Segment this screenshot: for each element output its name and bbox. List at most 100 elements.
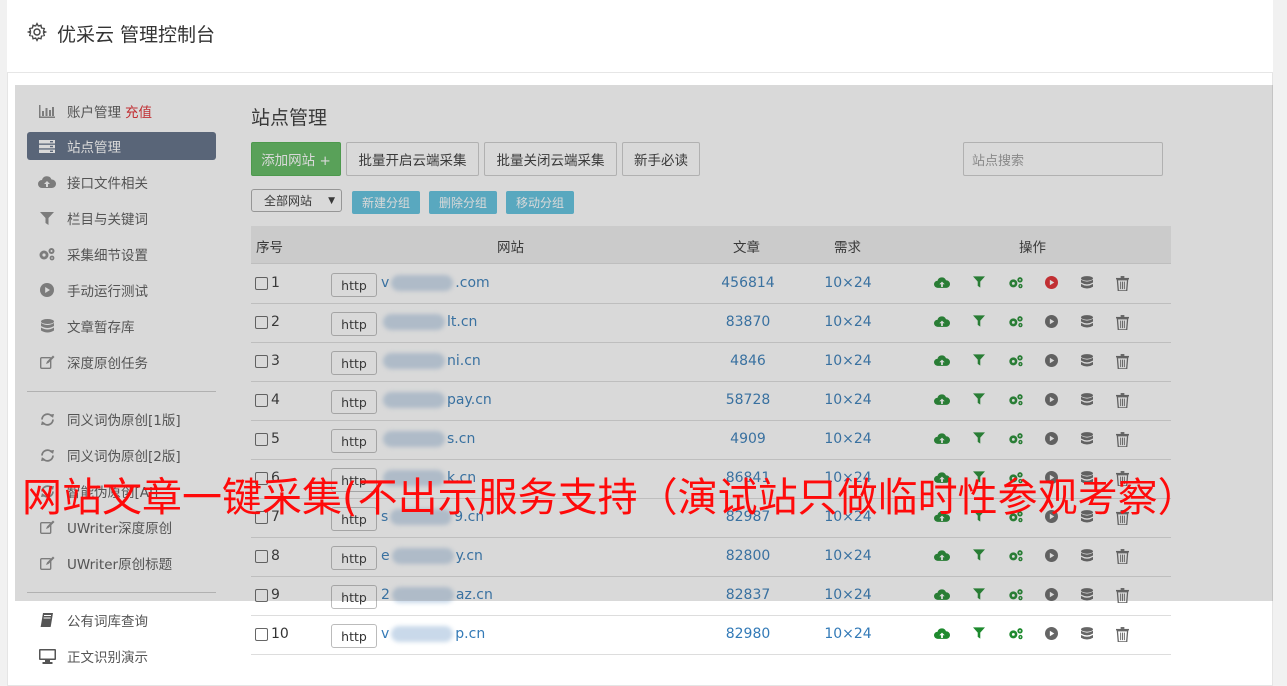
row-checkbox[interactable] <box>255 550 268 563</box>
trash-icon[interactable] <box>1116 627 1132 643</box>
group-select[interactable]: 全部网站 ▼ <box>251 189 342 212</box>
sidebar-item-uwriter-title[interactable]: UWriter原创标题 <box>27 549 216 577</box>
protocol-badge[interactable]: http <box>331 312 377 336</box>
filter-icon[interactable] <box>973 315 989 331</box>
protocol-badge[interactable]: http <box>331 390 377 414</box>
row-checkbox[interactable] <box>255 277 268 290</box>
cloud-upload-icon[interactable] <box>934 393 951 409</box>
article-count[interactable]: 4846 <box>698 353 798 369</box>
cloud-upload-icon[interactable] <box>934 588 951 604</box>
row-checkbox[interactable] <box>255 628 268 641</box>
delete-group-button[interactable]: 删除分组 <box>429 191 497 214</box>
site-url[interactable]: s.cn <box>381 431 475 447</box>
demand-value[interactable]: 10×24 <box>803 626 893 642</box>
recharge-link[interactable]: 充值 <box>125 101 152 121</box>
batch-close-cloud-button[interactable]: 批量关闭云端采集 <box>484 142 617 176</box>
trash-icon[interactable] <box>1116 432 1132 448</box>
demand-value[interactable]: 10×24 <box>803 431 893 447</box>
sidebar-item-collect-settings[interactable]: 采集细节设置 <box>27 240 216 268</box>
play-icon[interactable] <box>1045 588 1061 604</box>
database-icon[interactable] <box>1081 354 1097 370</box>
protocol-badge[interactable]: http <box>331 585 377 609</box>
site-url[interactable]: 2 az.cn <box>381 587 493 603</box>
cloud-upload-icon[interactable] <box>934 315 951 331</box>
demand-value[interactable]: 10×24 <box>803 587 893 603</box>
play-icon[interactable] <box>1045 549 1061 565</box>
sidebar-item-interface-files[interactable]: 接口文件相关 <box>27 168 216 196</box>
database-icon[interactable] <box>1081 627 1097 643</box>
protocol-badge[interactable]: http <box>331 546 377 570</box>
cogs-icon[interactable] <box>1008 588 1024 604</box>
sidebar-item-article-storage[interactable]: 文章暂存库 <box>27 312 216 340</box>
new-group-button[interactable]: 新建分组 <box>352 191 420 214</box>
play-icon[interactable] <box>1045 354 1061 370</box>
trash-icon[interactable] <box>1116 354 1132 370</box>
article-count[interactable]: 82800 <box>698 548 798 564</box>
sidebar-item-account[interactable]: 账户管理 充值 <box>27 97 216 125</box>
database-icon[interactable] <box>1081 588 1097 604</box>
row-checkbox[interactable] <box>255 316 268 329</box>
batch-open-cloud-button[interactable]: 批量开启云端采集 <box>346 142 479 176</box>
add-site-button[interactable]: 添加网站 + <box>251 142 341 176</box>
protocol-badge[interactable]: http <box>331 351 377 375</box>
sidebar-item-deep-original[interactable]: 深度原创任务 <box>27 348 216 376</box>
filter-icon[interactable] <box>973 432 989 448</box>
protocol-badge[interactable]: http <box>331 273 377 297</box>
cogs-icon[interactable] <box>1008 549 1024 565</box>
row-checkbox[interactable] <box>255 394 268 407</box>
play-icon[interactable] <box>1045 276 1061 292</box>
cloud-upload-icon[interactable] <box>934 354 951 370</box>
article-count[interactable]: 82980 <box>698 626 798 642</box>
demand-value[interactable]: 10×24 <box>803 548 893 564</box>
newbie-guide-button[interactable]: 新手必读 <box>622 142 700 176</box>
database-icon[interactable] <box>1081 432 1097 448</box>
article-count[interactable]: 82837 <box>698 587 798 603</box>
cogs-icon[interactable] <box>1008 393 1024 409</box>
trash-icon[interactable] <box>1116 549 1132 565</box>
trash-icon[interactable] <box>1116 276 1132 292</box>
play-icon[interactable] <box>1045 432 1061 448</box>
database-icon[interactable] <box>1081 276 1097 292</box>
cogs-icon[interactable] <box>1008 276 1024 292</box>
trash-icon[interactable] <box>1116 315 1132 331</box>
site-url[interactable]: v p.cn <box>381 626 485 642</box>
demand-value[interactable]: 10×24 <box>803 392 893 408</box>
cloud-upload-icon[interactable] <box>934 432 951 448</box>
cloud-upload-icon[interactable] <box>934 627 951 643</box>
site-url[interactable]: e y.cn <box>381 548 483 564</box>
sidebar-item-synonym-v1[interactable]: 同义词伪原创[1版] <box>27 405 216 433</box>
sidebar-item-manual-test[interactable]: 手动运行测试 <box>27 276 216 304</box>
cloud-upload-icon[interactable] <box>934 276 951 292</box>
site-url[interactable]: lt.cn <box>381 314 477 330</box>
filter-icon[interactable] <box>973 276 989 292</box>
article-count[interactable]: 58728 <box>698 392 798 408</box>
demand-value[interactable]: 10×24 <box>803 314 893 330</box>
site-url[interactable]: ni.cn <box>381 353 481 369</box>
row-checkbox[interactable] <box>255 433 268 446</box>
trash-icon[interactable] <box>1116 393 1132 409</box>
database-icon[interactable] <box>1081 549 1097 565</box>
demand-value[interactable]: 10×24 <box>803 353 893 369</box>
site-search-input[interactable]: 站点搜索 <box>963 142 1163 176</box>
protocol-badge[interactable]: http <box>331 624 377 648</box>
sidebar-item-text-recognition[interactable]: 正文识别演示 <box>27 642 216 670</box>
site-url[interactable]: pay.cn <box>381 392 492 408</box>
move-group-button[interactable]: 移动分组 <box>506 191 574 214</box>
article-count[interactable]: 4909 <box>698 431 798 447</box>
filter-icon[interactable] <box>973 627 989 643</box>
sidebar-item-site-management[interactable]: 站点管理 <box>27 132 216 160</box>
cogs-icon[interactable] <box>1008 432 1024 448</box>
database-icon[interactable] <box>1081 315 1097 331</box>
cloud-upload-icon[interactable] <box>934 549 951 565</box>
row-checkbox[interactable] <box>255 355 268 368</box>
site-url[interactable]: v .com <box>381 275 490 291</box>
demand-value[interactable]: 10×24 <box>803 275 893 291</box>
protocol-badge[interactable]: http <box>331 429 377 453</box>
play-icon[interactable] <box>1045 315 1061 331</box>
cogs-icon[interactable] <box>1008 315 1024 331</box>
cogs-icon[interactable] <box>1008 354 1024 370</box>
trash-icon[interactable] <box>1116 588 1132 604</box>
article-count[interactable]: 83870 <box>698 314 798 330</box>
filter-icon[interactable] <box>973 354 989 370</box>
play-icon[interactable] <box>1045 627 1061 643</box>
